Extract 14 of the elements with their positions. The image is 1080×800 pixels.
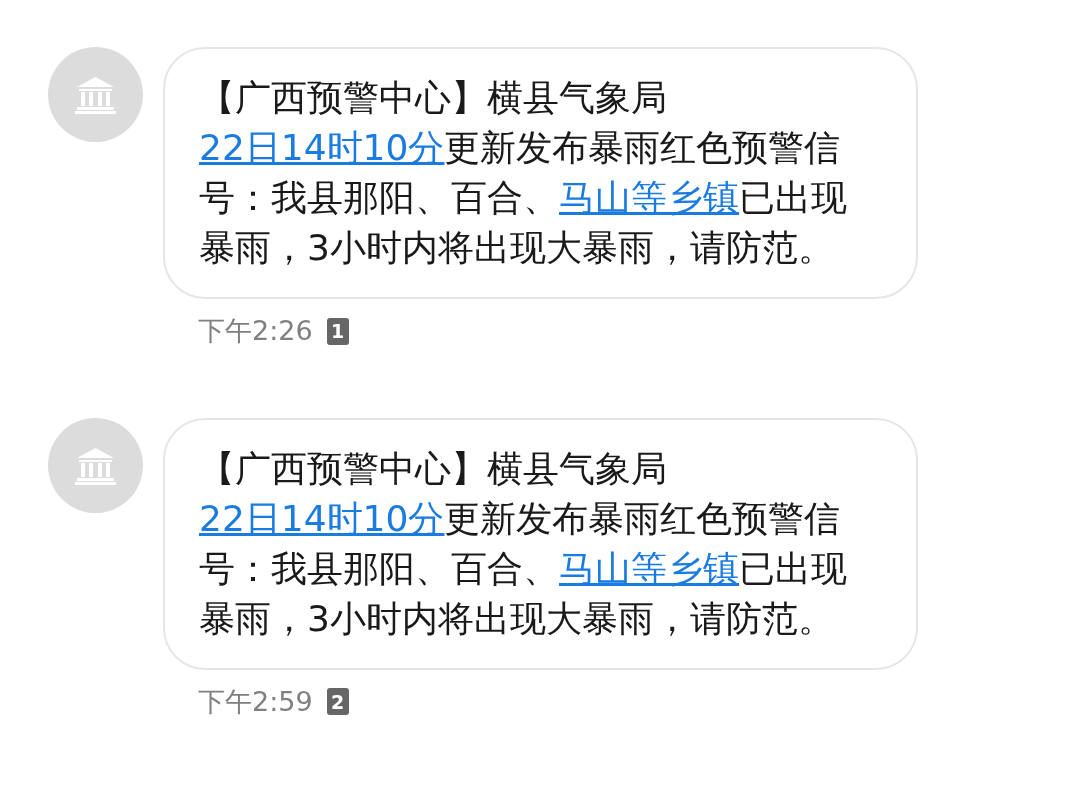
message-time: 下午2:59 <box>198 684 313 719</box>
message-text: 【广西预警中心】横县气象局 22日14时10分更新发布暴雨红色预警信号：我县那阳、百合、马山等乡镇已出现暴雨，3小时内将出现大暴雨，请防范。 <box>199 446 848 641</box>
message-bubble[interactable]: 【广西预警中心】横县气象局 22日14时10分更新发布暴雨红色预警信号：我县那阳、百合、马山等乡镇已出现暴雨，3小时内将出现大暴雨，请防范。 <box>163 47 918 299</box>
sim-badge: 2 <box>326 688 349 716</box>
message-link[interactable]: 22日14时10分 <box>199 127 445 168</box>
sim-badge: 1 <box>326 317 349 345</box>
message-text: 【广西预警中心】横县气象局 22日14时10分更新发布暴雨红色预警信号：我县那阳、百合、马山等乡镇已出现暴雨，3小时内将出现大暴雨，请防范。 <box>199 76 848 270</box>
bank-avatar-icon <box>48 417 143 513</box>
message-link[interactable]: 马山等乡镇 <box>559 177 739 218</box>
message-bubble[interactable]: 【广西预警中心】横县气象局 22日14时10分更新发布暴雨红色预警信号：我县那阳、百合、马山等乡镇已出现暴雨，3小时内将出现大暴雨，请防范。 <box>163 417 918 670</box>
message-link[interactable]: 22日14时10分 <box>199 497 445 539</box>
bank-avatar-icon <box>48 47 143 142</box>
message-link[interactable]: 马山等乡镇 <box>559 547 739 589</box>
message-time: 下午2:26 <box>198 314 313 348</box>
